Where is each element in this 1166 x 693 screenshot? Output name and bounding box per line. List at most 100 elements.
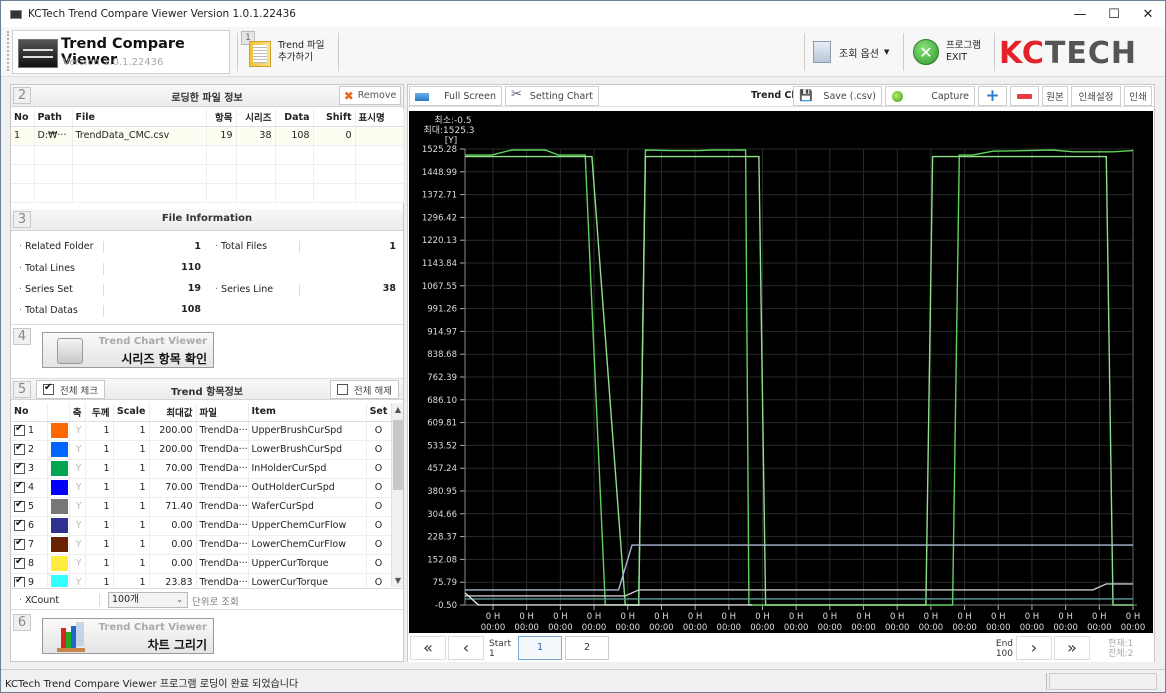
row-checkbox[interactable]	[14, 480, 25, 493]
series-line-value: 38	[382, 283, 396, 294]
row-checkbox[interactable]	[14, 518, 25, 531]
monitor-icon	[415, 93, 429, 101]
maximize-button[interactable]: ☐	[1097, 1, 1131, 27]
query-options-dropdown[interactable]: 조회 옵션 ▼	[813, 35, 889, 69]
col-color[interactable]	[47, 403, 70, 422]
full-screen-button[interactable]: Full Screen	[409, 86, 502, 106]
col-no[interactable]: No	[11, 403, 48, 422]
trend-item-row[interactable]: 4Y1170.00TrendDa···OutHolderCurSpdO	[11, 478, 392, 498]
series-check-button[interactable]: Trend Chart Viewer 시리즈 항목 확인	[42, 332, 214, 368]
page-2-button[interactable]: 2	[565, 636, 609, 660]
y-tick-label: -0.50	[435, 601, 457, 611]
y-tick-label: 152.08	[427, 555, 457, 565]
series-color-swatch[interactable]	[50, 518, 68, 533]
page-1-button[interactable]: 1	[518, 636, 562, 660]
col-axis[interactable]: 축	[69, 403, 86, 422]
col-file[interactable]: File	[72, 109, 207, 127]
add-trend-file-button[interactable]: 1 Trend 파일 추가하기	[241, 31, 337, 73]
trend-item-row[interactable]: 9Y1123.83TrendDa···LowerCurTorqueO	[11, 573, 392, 587]
original-view-button[interactable]: 원본	[1042, 86, 1068, 106]
col-width[interactable]: 두께	[85, 403, 114, 422]
col-series[interactable]: 시리즈	[236, 109, 276, 127]
series-color-swatch[interactable]	[50, 499, 68, 514]
x-tick-label: 0 H	[1025, 612, 1040, 622]
chart-min-label: 최소:-0.5	[434, 115, 471, 126]
trend-item-row[interactable]: 1Y11200.00TrendDa···UpperBrushCurSpdO	[11, 421, 392, 441]
table-row[interactable]: 1 D:₩··· TrendData_CMC.csv 19 38 108 0	[11, 126, 404, 146]
status-pane	[1049, 673, 1157, 690]
draw-chart-button[interactable]: Trend Chart Viewer 차트 그리기	[42, 618, 214, 654]
row-checkbox[interactable]	[14, 575, 25, 587]
scroll-up-icon[interactable]: ▲	[392, 405, 403, 414]
series-color-swatch[interactable]	[50, 480, 68, 495]
prev-page-button[interactable]: ‹	[448, 636, 484, 660]
col-items[interactable]: 항목	[206, 109, 237, 127]
zoom-out-button[interactable]	[1010, 86, 1039, 106]
setting-chart-button[interactable]: ✂ Setting Chart	[505, 86, 599, 106]
trend-item-row[interactable]: 8Y110.00TrendDa···UpperCurTorqueO	[11, 554, 392, 574]
col-path[interactable]: Path	[34, 109, 73, 127]
trend-item-row[interactable]: 5Y1171.40TrendDa···WaferCurSpdO	[11, 497, 392, 517]
capture-button[interactable]: Capture	[885, 86, 975, 106]
trend-item-row[interactable]: 2Y11200.00TrendDa···LowerBrushCurSpdO	[11, 440, 392, 460]
x-tick-label: 00:00	[784, 623, 809, 633]
y-tick-label: 1525.28	[422, 145, 457, 155]
x-tick-label: 00:00	[851, 623, 876, 633]
empty-row	[11, 183, 404, 203]
floppy-disk-icon: 💾	[799, 89, 813, 102]
toolbar-grip[interactable]	[7, 31, 9, 71]
row-checkbox[interactable]	[14, 499, 25, 512]
col-display-name[interactable]: 표시명	[355, 109, 404, 127]
window-title: KCTech Trend Compare Viewer Version 1.0.…	[28, 8, 296, 20]
first-page-button[interactable]: «	[410, 636, 446, 660]
row-checkbox[interactable]	[14, 423, 25, 436]
print-settings-button[interactable]: 인쇄설정	[1071, 86, 1121, 106]
uncheck-all-button[interactable]: 전체 해제	[330, 380, 399, 399]
x-tick-label: 0 H	[688, 612, 703, 622]
row-checkbox[interactable]	[14, 556, 25, 569]
series-color-swatch[interactable]	[50, 461, 68, 476]
col-file[interactable]: 파일	[196, 403, 249, 422]
col-no[interactable]: No	[11, 109, 35, 127]
col-shift[interactable]: Shift	[313, 109, 356, 127]
row-checkbox[interactable]	[14, 537, 25, 550]
col-data[interactable]: Data	[275, 109, 314, 127]
remove-button[interactable]: ✖ Remove	[339, 86, 401, 105]
row-checkbox[interactable]	[14, 461, 25, 474]
series-color-swatch[interactable]	[50, 537, 68, 552]
total-datas-value: 108	[181, 304, 201, 315]
series-color-swatch[interactable]	[50, 423, 68, 438]
zoom-in-button[interactable]: +	[978, 86, 1007, 106]
scroll-down-icon[interactable]: ▼	[392, 576, 403, 585]
x-tick-label: 00:00	[1121, 623, 1146, 633]
xcount-select[interactable]: 100개 ⌄	[108, 592, 188, 608]
trend-item-row[interactable]: 6Y110.00TrendDa···UpperChemCurFlowO	[11, 516, 392, 536]
query-options-label: 조회 옵션	[839, 48, 879, 60]
trend-item-row[interactable]: 3Y1170.00TrendDa···InHolderCurSpdO	[11, 459, 392, 479]
scroll-thumb[interactable]	[393, 420, 403, 490]
x-tick-label: 0 H	[991, 612, 1006, 622]
last-page-button[interactable]: »	[1054, 636, 1090, 660]
left-panel: 2 로딩한 파일 정보 ✖ Remove No Path File 항목 시리즈…	[10, 84, 404, 662]
col-item[interactable]: Item	[248, 403, 367, 422]
col-max[interactable]: 최대값	[149, 403, 197, 422]
col-scale[interactable]: Scale	[113, 403, 150, 422]
minimize-button[interactable]: —	[1063, 1, 1097, 27]
next-page-button[interactable]: ›	[1016, 636, 1052, 660]
y-tick-label: 1296.42	[422, 213, 457, 223]
trend-item-row[interactable]: 7Y110.00TrendDa···LowerChemCurFlowO	[11, 535, 392, 555]
x-tick-label: 00:00	[548, 623, 573, 633]
trend-chart[interactable]: 최소:-0.5 최대:1525.3 [Y] 1525.28 1448.99 1372.71…	[409, 111, 1153, 633]
trend-items-scrollbar[interactable]: ▲ ▼	[391, 403, 403, 587]
series-color-swatch[interactable]	[50, 442, 68, 457]
row-checkbox[interactable]	[14, 442, 25, 455]
y-tick-label: 304.66	[427, 510, 457, 520]
exit-program-button[interactable]: ✕ 프로그램 EXIT	[913, 35, 981, 69]
col-set[interactable]: Set	[366, 403, 392, 422]
series-color-swatch[interactable]	[50, 575, 68, 587]
save-csv-button[interactable]: 💾 Save (.csv)	[793, 86, 882, 106]
tools-icon: ✂	[511, 87, 522, 102]
series-color-swatch[interactable]	[50, 556, 68, 571]
close-button[interactable]: ✕	[1131, 1, 1165, 27]
print-button[interactable]: 인쇄	[1124, 86, 1152, 106]
